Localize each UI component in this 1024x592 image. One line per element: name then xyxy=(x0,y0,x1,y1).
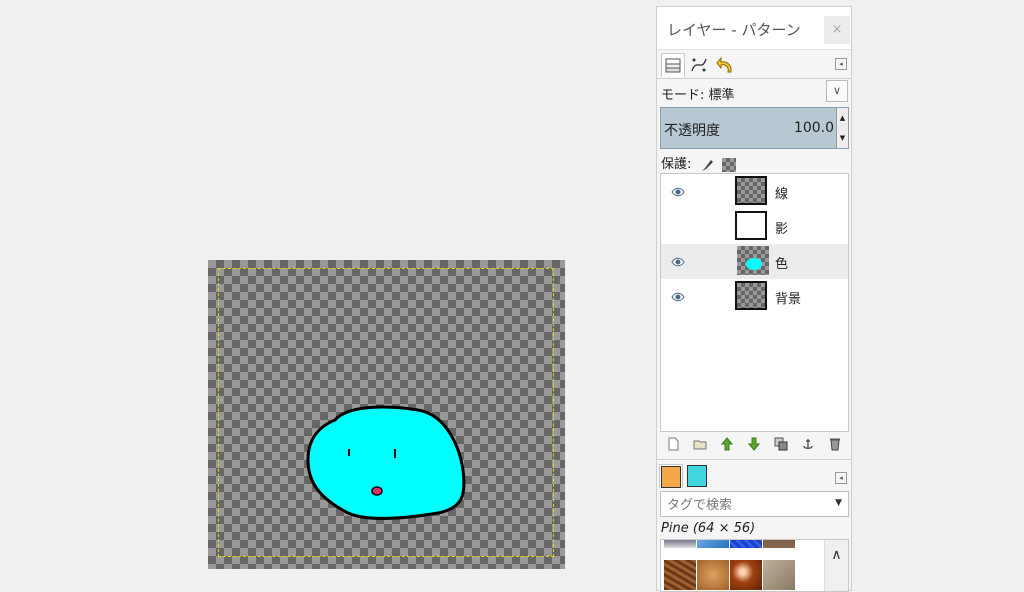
layer-name: 色 xyxy=(775,257,789,272)
lock-pixels-icon[interactable] xyxy=(700,158,714,172)
opacity-value: 100.0 xyxy=(793,120,834,136)
lock-label: 保護: xyxy=(661,157,692,172)
image-canvas-area[interactable] xyxy=(0,0,650,591)
eye-icon[interactable] xyxy=(671,185,685,199)
close-button[interactable]: × xyxy=(824,16,850,44)
tab-colors[interactable] xyxy=(685,464,709,488)
new-layer-icon[interactable] xyxy=(666,437,680,451)
new-group-icon[interactable] xyxy=(693,437,707,451)
layer-list[interactable]: 線 影 色 背景 xyxy=(660,173,849,432)
pattern-thumb[interactable] xyxy=(697,560,729,590)
eye-icon[interactable] xyxy=(671,290,685,304)
duplicate-layer-icon[interactable] xyxy=(774,437,788,451)
pattern-thumb[interactable] xyxy=(763,540,795,548)
blob-shape xyxy=(306,405,466,520)
pattern-thumb[interactable] xyxy=(730,560,762,590)
scroll-up-button[interactable]: ∧ xyxy=(824,540,848,591)
layer-thumbnail xyxy=(735,176,767,205)
pattern-swatch-icon xyxy=(661,465,681,488)
undo-icon xyxy=(716,56,732,73)
layer-row-background[interactable]: 背景 xyxy=(661,279,848,314)
tab-layers[interactable] xyxy=(661,53,685,77)
opacity-spinner[interactable]: ▲ ▼ xyxy=(836,108,848,148)
pattern-thumb[interactable] xyxy=(664,540,696,548)
divider xyxy=(657,459,851,460)
dock-titlebar: レイヤー - パターン × xyxy=(657,7,851,50)
layer-thumbnail xyxy=(737,246,769,275)
layer-thumbnail xyxy=(735,211,767,240)
pattern-thumb[interactable] xyxy=(763,560,795,590)
color-swatch-icon xyxy=(687,465,707,487)
opacity-slider[interactable]: 不透明度 100.0 ▲ ▼ xyxy=(660,107,849,149)
mode-selector[interactable]: モード: 標準 ∨ xyxy=(657,80,851,104)
pattern-name: Pine (64 × 56) xyxy=(661,521,756,536)
dock-tabs-bottom: ◂ xyxy=(657,462,851,490)
delete-layer-icon[interactable] xyxy=(828,437,842,451)
lower-layer-icon[interactable] xyxy=(747,437,761,451)
anchor-icon[interactable] xyxy=(801,437,815,451)
tab-undo-history[interactable] xyxy=(713,53,737,77)
pattern-thumb[interactable] xyxy=(664,560,696,590)
dock-tabs-top: ◂ xyxy=(657,50,851,79)
tab-menu-icon[interactable]: ◂ xyxy=(835,58,847,70)
dropdown-arrow-icon[interactable]: ▼ xyxy=(835,498,842,508)
tab-menu-icon[interactable]: ◂ xyxy=(835,472,847,484)
layer-name: 線 xyxy=(775,187,789,202)
pattern-grid[interactable]: ∧ xyxy=(660,539,849,592)
pattern-thumb[interactable] xyxy=(697,540,729,548)
mouth xyxy=(371,486,383,496)
layer-thumbnail xyxy=(735,281,767,310)
paths-icon xyxy=(691,58,707,72)
eye-hidden-icon[interactable] xyxy=(671,220,685,234)
layer-name: 影 xyxy=(775,222,789,237)
tag-search-input[interactable] xyxy=(665,495,829,515)
tag-search-field[interactable]: ▼ xyxy=(660,491,849,517)
raise-layer-icon[interactable] xyxy=(720,437,734,451)
lock-alpha-icon[interactable] xyxy=(721,157,736,172)
dock-title: レイヤー - パターン xyxy=(667,21,801,39)
chevron-down-icon[interactable]: ∨ xyxy=(826,80,848,102)
layer-row-shadow[interactable]: 影 xyxy=(661,209,848,244)
layers-icon xyxy=(665,58,681,72)
layer-toolbar xyxy=(657,435,851,455)
layer-row-color[interactable]: 色 xyxy=(661,244,848,279)
layer-name: 背景 xyxy=(775,292,802,307)
opacity-label: 不透明度 xyxy=(664,123,720,139)
lock-row: 保護: xyxy=(661,153,736,172)
eye-icon[interactable] xyxy=(671,255,685,269)
layers-patterns-dock: レイヤー - パターン × ◂ モード: 標準 ∨ 不透明度 100.0 ▲ ▼… xyxy=(656,6,852,592)
drawing xyxy=(306,405,466,520)
layer-row-line[interactable]: 線 xyxy=(661,174,848,209)
pattern-thumb[interactable] xyxy=(730,540,762,548)
image-canvas[interactable] xyxy=(208,260,565,569)
tab-paths[interactable] xyxy=(687,53,711,77)
tab-patterns[interactable] xyxy=(659,464,683,488)
blob-thumbnail-icon xyxy=(746,258,762,270)
mode-label: モード: 標準 xyxy=(661,88,735,103)
